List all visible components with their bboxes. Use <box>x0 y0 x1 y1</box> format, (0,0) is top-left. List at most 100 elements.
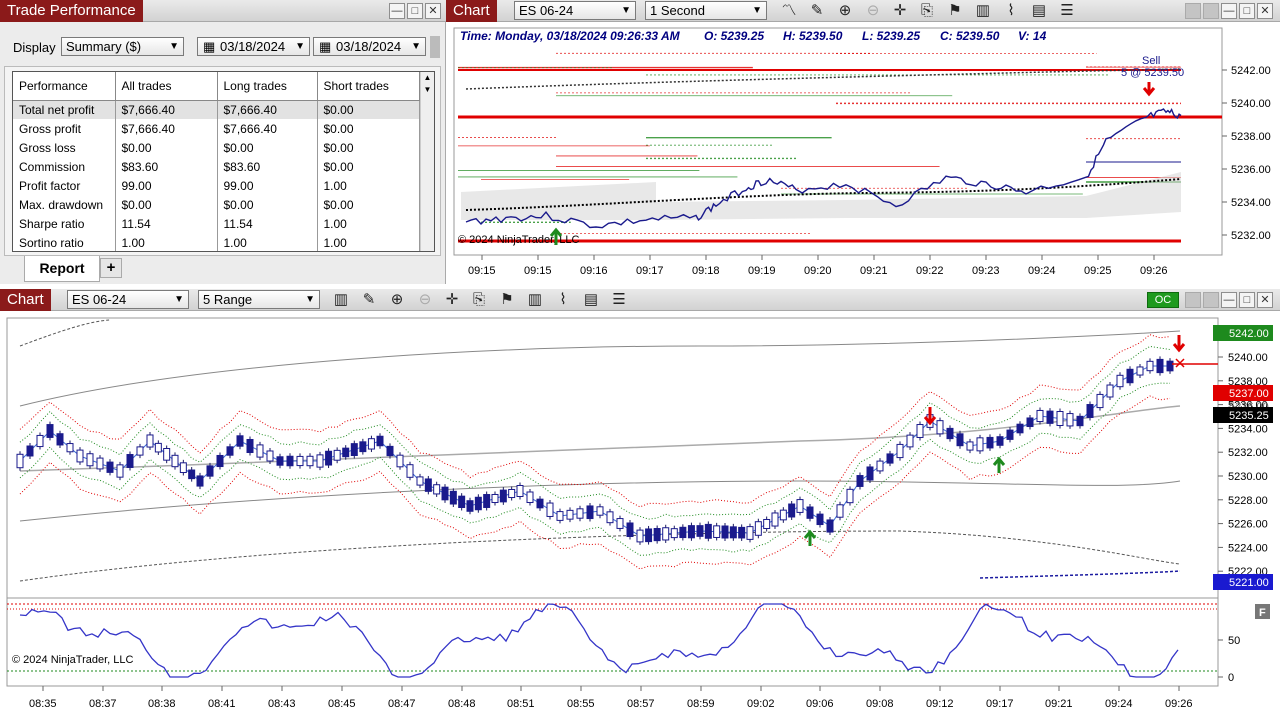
draw-tool-icon[interactable]: ✎ <box>807 2 827 20</box>
table-row[interactable]: Commission $83.60 $83.60 $0.00 <box>13 157 420 176</box>
cell: $83.60 <box>115 157 218 176</box>
candle-body <box>566 509 574 520</box>
close-icon[interactable]: ✕ <box>425 3 441 19</box>
x-tick-label: 08:57 <box>627 698 655 710</box>
interval-select[interactable]: 1 Second ▼ <box>645 1 767 20</box>
table-scrollbar[interactable]: ▲ ▼ <box>420 72 434 251</box>
indicators-icon[interactable]: ▥ <box>973 2 993 20</box>
x-tick-label: 09:17 <box>986 698 1014 710</box>
strategies-icon[interactable]: ⌇ <box>553 291 573 309</box>
candle-body <box>546 502 554 517</box>
data-box-icon[interactable]: ⎘ <box>917 2 937 20</box>
cell: $0.00 <box>217 195 318 214</box>
column-header[interactable]: All trades <box>115 72 218 101</box>
table-row[interactable]: Profit factor 99.00 99.00 1.00 <box>13 176 420 195</box>
cell: $0.00 <box>115 195 218 214</box>
candle-body <box>916 424 924 438</box>
table-row[interactable]: Max. drawdown $0.00 $0.00 $0.00 <box>13 195 420 214</box>
cell: Commission <box>13 157 116 176</box>
x-tick-label: 09:02 <box>747 698 775 710</box>
chart1-info-volume: V: 14 <box>1018 29 1047 43</box>
date-from-picker[interactable]: ▦ 03/18/2024 ▼ <box>197 37 310 56</box>
x-tick-label: 09:20 <box>804 265 832 277</box>
candle-body <box>36 434 44 448</box>
crosshair-icon[interactable]: ✛ <box>890 2 910 20</box>
y-tick-label: 5226.00 <box>1228 519 1268 531</box>
window-icon[interactable] <box>1203 3 1219 19</box>
indicators-icon[interactable]: ▥ <box>525 291 545 309</box>
date-to-picker[interactable]: ▦ 03/18/2024 ▼ <box>313 37 426 56</box>
candle-body <box>474 496 482 511</box>
close-icon[interactable]: ✕ <box>1257 3 1273 19</box>
instrument-select[interactable]: ES 06-24 ▼ <box>67 290 189 309</box>
column-header[interactable]: Short trades <box>317 72 420 101</box>
data-box-icon[interactable]: ⎘ <box>469 291 489 309</box>
candle-body <box>441 486 449 501</box>
templates-icon[interactable]: ▤ <box>581 291 601 309</box>
zoom-in-icon[interactable]: ⊕ <box>835 2 855 20</box>
bar-type-icon[interactable]: ▥ <box>331 291 351 309</box>
candle-body <box>286 455 294 467</box>
maximize-icon[interactable]: □ <box>1239 292 1255 308</box>
zoom-in-icon[interactable]: ⊕ <box>387 291 407 309</box>
candle-body <box>976 437 984 452</box>
trade-performance-titlebar[interactable]: Trade Performance — □ ✕ <box>0 0 446 22</box>
table-row[interactable]: Sortino ratio 1.00 1.00 1.00 <box>13 233 420 251</box>
tab-report[interactable]: Report <box>24 256 100 282</box>
column-header[interactable]: Performance <box>13 72 116 101</box>
tab-icon[interactable] <box>1185 292 1201 308</box>
zoom-out-icon[interactable]: ⊖ <box>415 291 435 309</box>
candle-body <box>1046 410 1054 424</box>
cell: 1.00 <box>317 214 420 233</box>
table-row[interactable]: Gross profit $7,666.40 $7,666.40 $0.00 <box>13 119 420 138</box>
table-row[interactable]: Total net profit $7,666.40 $7,666.40 $0.00 <box>13 100 420 119</box>
candle-body <box>966 441 974 451</box>
bar-type-icon[interactable]: 〽 <box>779 2 799 20</box>
zoom-out-icon[interactable]: ⊖ <box>863 2 883 20</box>
properties-icon[interactable]: ☰ <box>1057 2 1077 20</box>
toolbar-scroll[interactable] <box>430 36 440 58</box>
crosshair-icon[interactable]: ✛ <box>442 291 462 309</box>
maximize-icon[interactable]: □ <box>1239 3 1255 19</box>
candle-body <box>906 434 914 448</box>
interval-select[interactable]: 5 Range ▼ <box>198 290 320 309</box>
maximize-icon[interactable]: □ <box>407 3 423 19</box>
minimize-icon[interactable]: — <box>389 3 405 19</box>
oc-button[interactable]: OC <box>1147 292 1179 308</box>
cell: Sortino ratio <box>13 233 116 251</box>
instrument-select[interactable]: ES 06-24 ▼ <box>514 1 636 20</box>
price-tag-blue: 5221.00 <box>1213 574 1273 590</box>
scroll-up-icon[interactable]: ▲ <box>421 72 434 84</box>
cell: 99.00 <box>217 176 318 195</box>
candle-body <box>826 519 834 533</box>
x-tick-label: 08:45 <box>328 698 356 710</box>
table-row[interactable]: Sharpe ratio 11.54 11.54 1.00 <box>13 214 420 233</box>
strategies-icon[interactable]: ⌇ <box>1001 2 1021 20</box>
x-tick-label: 09:21 <box>860 265 888 277</box>
add-tab-button[interactable]: + <box>100 258 122 278</box>
minimize-icon[interactable]: — <box>1221 3 1237 19</box>
x-tick-label: 09:15 <box>468 265 496 277</box>
draw-tool-icon[interactable]: ✎ <box>359 291 379 309</box>
chart2-canvas[interactable]: 5240.005238.005236.005234.005232.005230.… <box>0 311 1280 720</box>
minimize-icon[interactable]: — <box>1221 292 1237 308</box>
table-row[interactable]: Gross loss $0.00 $0.00 $0.00 <box>13 138 420 157</box>
f-button[interactable]: F <box>1255 604 1270 619</box>
templates-icon[interactable]: ▤ <box>1029 2 1049 20</box>
properties-icon[interactable]: ☰ <box>609 291 629 309</box>
display-select[interactable]: Summary ($) ▼ <box>61 37 184 56</box>
tab-icon[interactable] <box>1185 3 1201 19</box>
chart2-title: Chart <box>0 289 51 311</box>
chart-trader-icon[interactable]: ⚑ <box>497 291 517 309</box>
close-icon[interactable]: ✕ <box>1257 292 1273 308</box>
chart-trader-icon[interactable]: ⚑ <box>945 2 965 20</box>
price-tag-top: 5242.00 <box>1213 325 1273 341</box>
candle-body <box>713 525 721 538</box>
window-icon[interactable] <box>1203 292 1219 308</box>
chart1-canvas[interactable]: 5242.00 5240.00 5238.00 5236.00 5234.00 5232.… <box>446 22 1280 284</box>
scroll-down-icon[interactable]: ▼ <box>421 84 434 96</box>
y-tick-label: 5236.00 <box>1231 164 1271 176</box>
candle-body <box>188 469 196 480</box>
column-header[interactable]: Long trades <box>217 72 318 101</box>
candle-body <box>406 464 414 478</box>
